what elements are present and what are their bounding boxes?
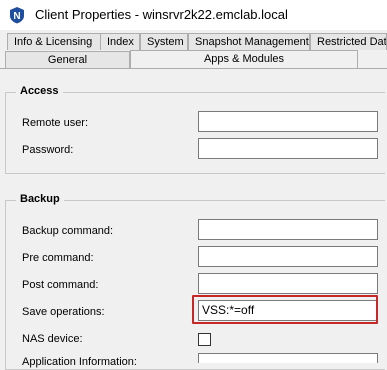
application-information-label: Application Information: bbox=[22, 356, 137, 368]
tab-restricted-data[interactable]: Restricted Data bbox=[310, 33, 387, 50]
password-field[interactable] bbox=[198, 138, 378, 159]
tab-strip: Info & Licensing Index System Snapshot M… bbox=[0, 30, 387, 70]
title-bar: N Client Properties - winsrvr2k22.emclab… bbox=[0, 0, 387, 30]
remote-user-label: Remote user: bbox=[22, 117, 89, 129]
pre-command-field[interactable] bbox=[198, 246, 378, 267]
tab-system[interactable]: System bbox=[140, 33, 188, 50]
backup-group-title: Backup bbox=[16, 193, 64, 205]
post-command-label: Post command: bbox=[22, 279, 99, 291]
window-title: Client Properties - winsrvr2k22.emclab.l… bbox=[35, 7, 288, 22]
networker-icon: N bbox=[10, 7, 24, 24]
remote-user-field[interactable] bbox=[198, 111, 378, 132]
tab-index[interactable]: Index bbox=[100, 33, 140, 50]
nas-device-checkbox[interactable] bbox=[198, 333, 211, 346]
tab-apps-modules[interactable]: Apps & Modules bbox=[130, 50, 358, 69]
svg-text:N: N bbox=[13, 11, 20, 22]
access-group-title: Access bbox=[16, 85, 63, 97]
backup-command-label: Backup command: bbox=[22, 225, 114, 237]
backup-command-field[interactable] bbox=[198, 219, 378, 240]
tab-snapshot-management[interactable]: Snapshot Management bbox=[188, 33, 310, 50]
save-operations-highlight bbox=[192, 295, 378, 324]
application-information-field[interactable] bbox=[198, 353, 378, 363]
post-command-field[interactable] bbox=[198, 273, 378, 294]
access-group: Access bbox=[5, 85, 385, 174]
save-operations-label: Save operations: bbox=[22, 306, 105, 318]
tab-general[interactable]: General bbox=[5, 51, 130, 68]
nas-device-label: NAS device: bbox=[22, 333, 83, 345]
pre-command-label: Pre command: bbox=[22, 252, 94, 264]
password-label: Password: bbox=[22, 144, 74, 156]
